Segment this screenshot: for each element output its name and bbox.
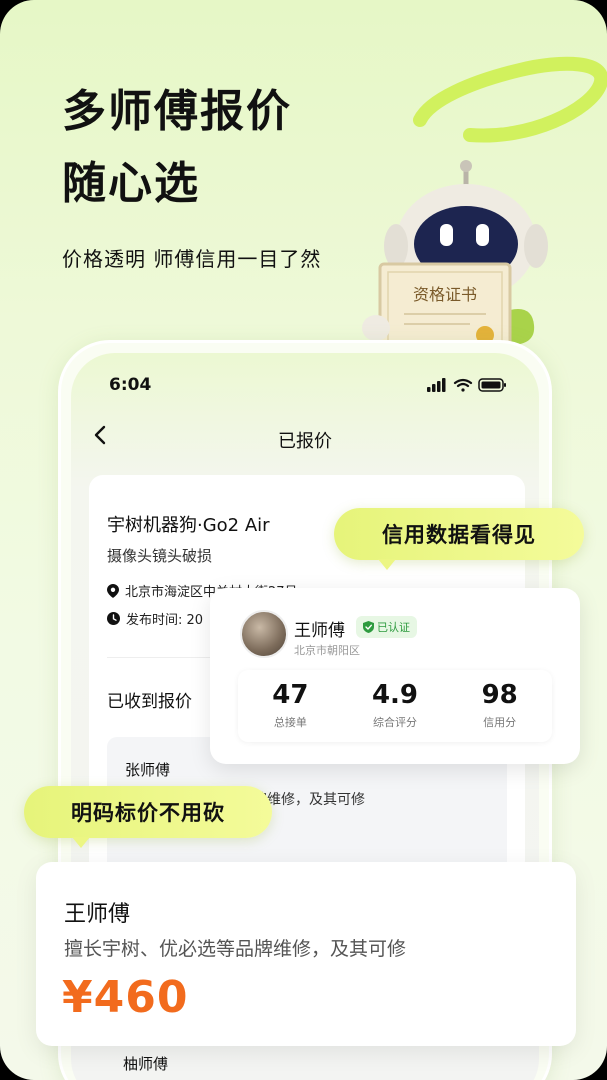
signal-icon <box>427 378 446 392</box>
order-publish-time-text: 发布时间: 20 <box>126 613 204 628</box>
credit-callout-bubble: 信用数据看得见 <box>334 508 584 570</box>
headline-line-2: 随心选 <box>62 158 200 209</box>
headline-subtitle: 价格透明 师傅信用一目了然 <box>62 247 322 271</box>
stat-orders: 47 总接单 <box>238 670 343 742</box>
master-credit-card[interactable]: 王师傅 已认证 北京市朝阳区 47 总接单 4.9 综合评分 98 信用分 <box>210 588 580 764</box>
headline-line-1: 多师傅报价 <box>62 86 292 137</box>
battery-icon <box>478 378 506 392</box>
stat-credit: 98 信用分 <box>447 670 552 742</box>
status-time: 6:04 <box>109 375 152 395</box>
master-name: 王师傅 <box>294 621 345 641</box>
stat-rating: 4.9 综合评分 <box>343 670 448 742</box>
quote-price: ¥460 <box>62 972 189 1023</box>
order-description: 摄像头镜头破损 <box>107 547 213 565</box>
master-location: 北京市朝阳区 <box>294 644 360 657</box>
shield-check-icon <box>363 621 374 633</box>
received-quotes-label: 已收到报价 <box>107 692 192 712</box>
stat-value: 98 <box>481 680 518 710</box>
stat-label: 综合评分 <box>373 716 417 729</box>
location-pin-icon <box>107 583 119 598</box>
promo-canvas: 多师傅报价 随心选 价格透明 师傅信用一目了然 资格证书 6:04 已报价 宇树… <box>0 0 607 1080</box>
certificate-label: 资格证书 <box>413 285 477 304</box>
order-publish-time: 发布时间: 20 <box>107 609 203 628</box>
price-card-master-name: 王师傅 <box>64 902 131 927</box>
stat-label: 总接单 <box>273 716 307 729</box>
verified-badge-label: 已认证 <box>377 621 410 634</box>
stat-label: 信用分 <box>483 716 517 729</box>
stat-value: 47 <box>272 680 309 710</box>
master-stats: 47 总接单 4.9 综合评分 98 信用分 <box>238 670 552 742</box>
price-quote-card[interactable]: 王师傅 擅长宇树、优必选等品牌维修，及其可修 ¥460 <box>36 862 576 1046</box>
wifi-icon <box>453 378 473 392</box>
status-icons <box>427 377 509 397</box>
price-callout-bubble: 明码标价不用砍 <box>24 786 272 848</box>
price-card-description: 擅长宇树、优必选等品牌维修，及其可修 <box>64 938 407 960</box>
stat-value: 4.9 <box>371 680 419 710</box>
order-title: 宇树机器狗·Go2 Air <box>107 515 270 536</box>
avatar <box>240 610 288 658</box>
quote-master-name: 张师傅 <box>125 761 171 779</box>
verified-badge: 已认证 <box>356 616 417 638</box>
quote-master-name: 柚师傅 <box>123 1055 169 1073</box>
clock-icon <box>107 612 120 625</box>
nav-title: 已报价 <box>278 431 332 452</box>
robot-mascot: 资格证书 <box>360 160 560 365</box>
